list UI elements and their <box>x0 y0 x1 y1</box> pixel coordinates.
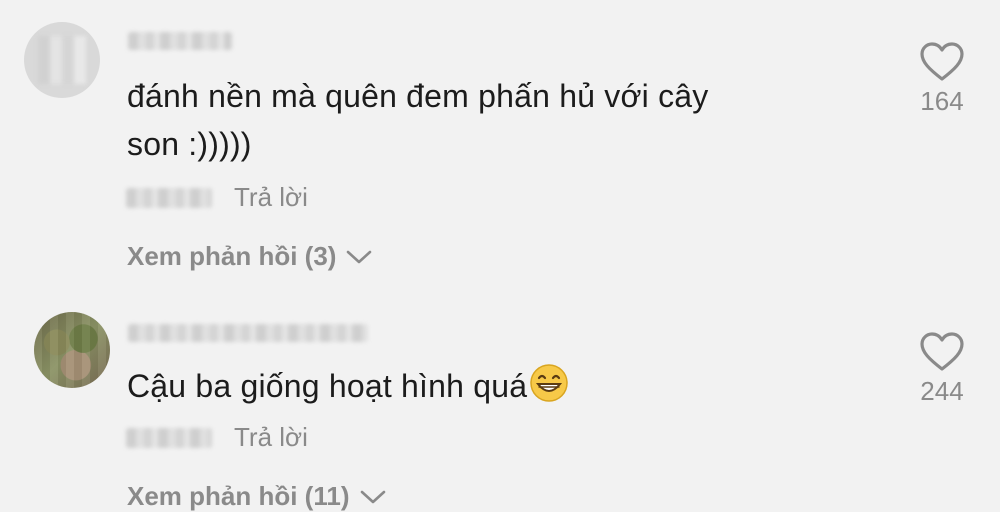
view-replies-label: Xem phản hồi (11) <box>127 481 350 511</box>
username-blurred[interactable] <box>128 32 232 50</box>
chevron-down-icon <box>360 481 386 512</box>
heart-outline-icon <box>912 332 972 372</box>
like-count: 164 <box>920 86 964 116</box>
like-button[interactable]: 164 <box>912 42 972 117</box>
reply-button[interactable]: Trả lời <box>234 182 308 213</box>
comment-item: đánh nền mà quên đem phấn hủ với cây son… <box>0 0 1000 300</box>
like-count: 244 <box>920 376 964 406</box>
comment-item: Cậu ba giống hoạt hình quá Trả lời Xem p… <box>0 300 1000 511</box>
comment-text: đánh nền mà quên đem phấn hủ với cây son… <box>127 78 709 162</box>
avatar[interactable] <box>34 312 110 388</box>
comment-text: Cậu ba giống hoạt hình quá <box>127 362 569 416</box>
timestamp-blurred <box>126 428 212 448</box>
view-replies-label: Xem phản hồi (3) <box>127 241 337 271</box>
avatar[interactable] <box>24 22 100 98</box>
reply-button[interactable]: Trả lời <box>234 422 308 453</box>
timestamp-blurred <box>126 188 212 208</box>
chevron-down-icon <box>346 241 372 272</box>
view-replies-button[interactable]: Xem phản hồi (3) <box>127 241 372 272</box>
view-replies-button[interactable]: Xem phản hồi (11) <box>127 481 386 512</box>
heart-outline-icon <box>912 42 972 82</box>
username-blurred[interactable] <box>128 324 368 342</box>
like-button[interactable]: 244 <box>912 332 972 407</box>
grinning-face-emoji <box>529 363 569 416</box>
